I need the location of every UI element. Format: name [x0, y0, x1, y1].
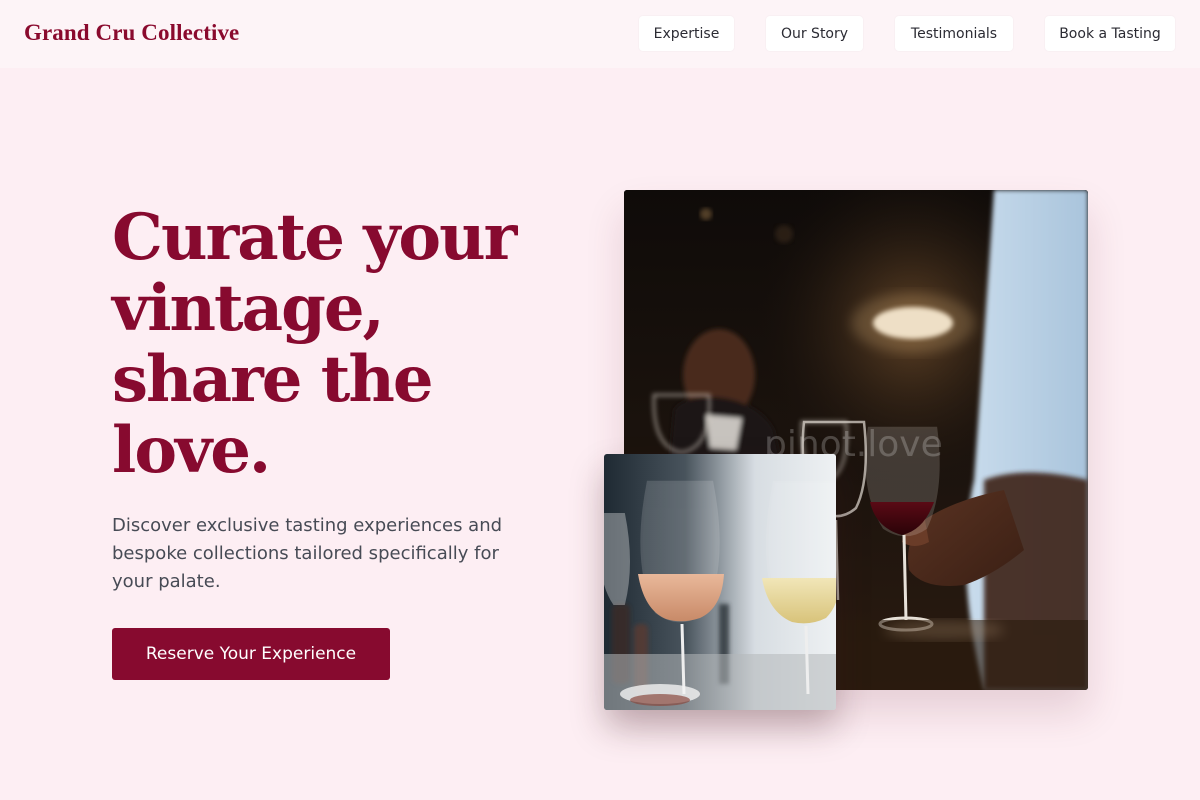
nav-our-story-button[interactable]: Our Story [766, 16, 863, 51]
reserve-experience-button[interactable]: Reserve Your Experience [112, 628, 390, 680]
nav-testimonials-button[interactable]: Testimonials [895, 16, 1013, 51]
nav-expertise-button[interactable]: Expertise [639, 16, 734, 51]
nav-book-tasting-button[interactable]: Book a Tasting [1045, 16, 1175, 51]
hero-subtitle: Discover exclusive tasting experiences a… [112, 515, 503, 592]
site-header: Grand Cru Collective Expertise Our Story… [0, 0, 1200, 68]
wine-glasses-photo [604, 454, 836, 710]
hero-title: Curate your vintage, share the love. [112, 200, 517, 488]
brand-logo[interactable]: Grand Cru Collective [24, 20, 239, 46]
